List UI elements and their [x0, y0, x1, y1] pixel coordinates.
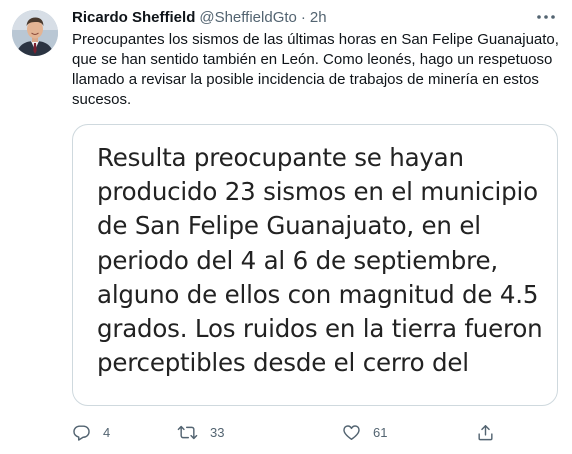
retweet-button[interactable]: 33 [177, 423, 224, 442]
separator-dot: · [300, 9, 306, 26]
media-text-line: perceptibles desde el cerro del [97, 348, 469, 378]
reply-button[interactable]: 4 [72, 423, 110, 442]
media-text-line: alguno de ellos con magnitud de 4.5 [97, 279, 539, 309]
media-text-line: Resulta preocupante se hayan [97, 143, 464, 172]
display-name[interactable]: Ricardo Sheffield [72, 8, 195, 28]
reply-icon [72, 423, 91, 442]
media-image[interactable]: Resulta preocupante se hayan producido 2… [72, 124, 558, 406]
media-text-line: de San Felipe Guanajuato, en el [97, 211, 481, 241]
like-count: 61 [373, 424, 388, 440]
user-handle[interactable]: @SheffieldGto [199, 8, 297, 28]
share-button[interactable] [476, 423, 495, 442]
like-button[interactable]: 61 [342, 423, 387, 442]
media-text-line: producido 23 sismos en el municipio [97, 177, 538, 207]
tweet-text: Preocupantes los sismos de las últimas h… [72, 31, 559, 108]
avatar[interactable] [12, 10, 58, 56]
media-text-line: grados. Los ruidos en la tierra fueron [97, 314, 543, 344]
timestamp[interactable]: 2h [310, 8, 327, 28]
tweet-content: Ricardo Sheffield @SheffieldGto · 2h Pre… [72, 8, 564, 406]
reply-count: 4 [103, 424, 111, 440]
heart-icon [342, 423, 361, 442]
retweet-icon [177, 423, 198, 442]
media-image-text: Resulta preocupante se hayan producido 2… [97, 141, 547, 380]
tweet[interactable]: Ricardo Sheffield @SheffieldGto · 2h Pre… [0, 0, 572, 454]
tweet-actions: 4 33 61 [72, 420, 502, 444]
tweet-header: Ricardo Sheffield @SheffieldGto · 2h [72, 8, 564, 28]
retweet-count: 33 [210, 424, 225, 440]
media-text-line: periodo del 4 al 6 de septiembre, [97, 245, 498, 275]
share-icon [476, 423, 495, 442]
